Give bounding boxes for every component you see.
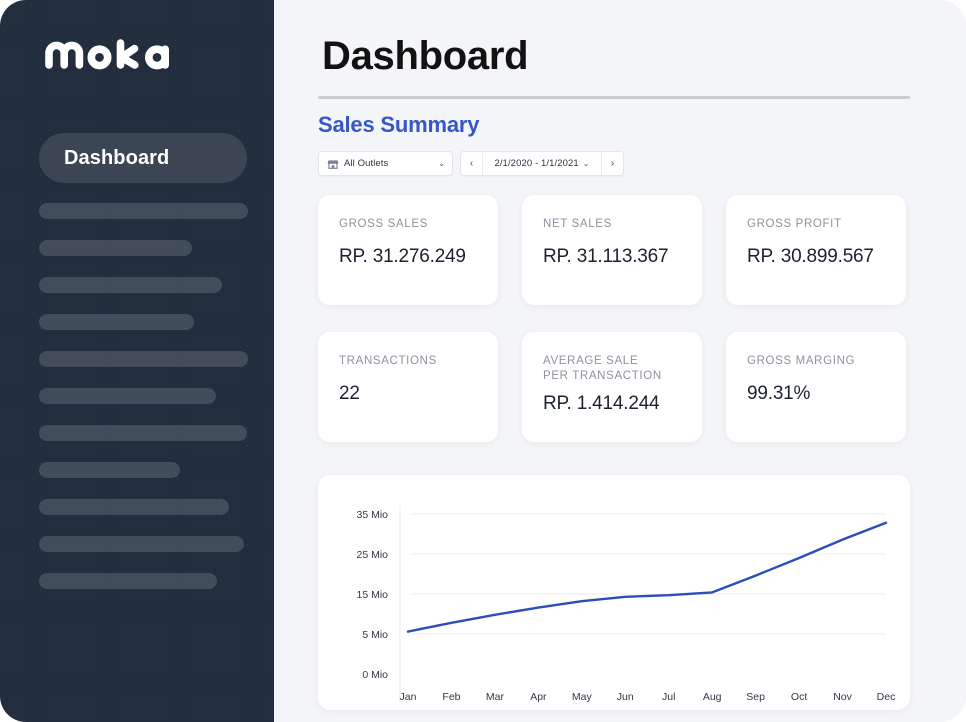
- chart-x-tick-label: Jul: [662, 691, 675, 703]
- kpi-card-net-sales[interactable]: NET SALES RP. 31.113.367: [522, 195, 702, 305]
- date-next-button[interactable]: ›: [601, 152, 623, 175]
- kpi-card-gross-marging[interactable]: GROSS MARGING 99.31%: [726, 332, 906, 442]
- chart-x-tick-label: Jun: [617, 691, 634, 703]
- kpi-card-transactions[interactable]: TRANSACTIONS 22: [318, 332, 498, 442]
- kpi-card-value: RP. 1.414.244: [543, 393, 660, 415]
- sidebar-placeholder-item: [39, 573, 217, 589]
- chart-y-axis: 0 Mio 5 Mio 15 Mio 25 Mio 35 Mio: [356, 509, 388, 681]
- chart-x-tick-label: Aug: [703, 691, 722, 703]
- kpi-card-label-line1: AVERAGE SALE: [543, 355, 639, 367]
- chevron-down-icon: ⌄: [582, 158, 590, 168]
- chart-series-line: [406, 521, 888, 633]
- kpi-card-grid: GROSS SALES RP. 31.276.249 NET SALES RP.…: [318, 195, 910, 442]
- chart-x-tick-label: Oct: [791, 691, 807, 703]
- kpi-card-value: 22: [339, 383, 360, 405]
- kpi-card-label: AVERAGE SALE PER TRANSACTION: [543, 354, 681, 384]
- chart-gridlines: [399, 506, 886, 702]
- chart-x-tick-label: Feb: [442, 691, 460, 703]
- kpi-card-gross-profit[interactable]: GROSS PROFIT RP. 30.899.567: [726, 195, 906, 305]
- sidebar-placeholder-item: [39, 314, 194, 330]
- outlet-select[interactable]: All Outlets ⌄: [318, 151, 453, 176]
- chart-x-tick-label: Sep: [746, 691, 765, 703]
- date-range-group: ‹ 2/1/2020 - 1/1/2021 ⌄ ›: [460, 151, 624, 176]
- kpi-card-value: RP. 31.113.367: [543, 246, 669, 268]
- moka-logo: [44, 33, 176, 77]
- main-content: Dashboard Sales Summary All Outlets ⌄ ‹ …: [274, 0, 966, 722]
- sidebar-placeholder-item: [39, 425, 247, 441]
- chart-y-tick-label: 15 Mio: [356, 589, 388, 601]
- chart-x-tick-label: Dec: [877, 691, 896, 703]
- title-divider: [318, 96, 910, 99]
- chevron-down-icon: ⌄: [438, 158, 445, 168]
- chart-x-tick-label: Nov: [833, 691, 852, 703]
- sidebar-placeholder-item: [39, 462, 180, 478]
- sales-chart-card: 0 Mio 5 Mio 15 Mio 25 Mio 35 Mio Jan Feb Mar Ap…: [318, 475, 910, 710]
- chart-x-tick-label: Mar: [486, 691, 505, 703]
- sidebar-placeholder-item: [39, 277, 222, 293]
- kpi-card-value: RP. 31.276.249: [339, 246, 466, 268]
- kpi-card-label-line2: PER TRANSACTION: [543, 370, 662, 383]
- chart-x-tick-label: Apr: [530, 691, 547, 703]
- chart-y-tick-label: 35 Mio: [356, 509, 388, 521]
- date-range-select[interactable]: 2/1/2020 - 1/1/2021 ⌄: [483, 152, 601, 175]
- app-window: Dashboard Dashboard Sales Summary All Ou…: [0, 0, 966, 722]
- sidebar-placeholder-item: [39, 388, 216, 404]
- date-range-label: 2/1/2020 - 1/1/2021: [494, 158, 579, 169]
- kpi-card-label: NET SALES: [543, 218, 612, 230]
- chart-x-tick-label: Jan: [400, 691, 417, 703]
- kpi-card-label: GROSS MARGING: [747, 355, 856, 367]
- page-title: Dashboard: [322, 34, 529, 78]
- sidebar: Dashboard: [0, 0, 274, 722]
- filter-bar: All Outlets ⌄ ‹ 2/1/2020 - 1/1/2021 ⌄ ›: [318, 151, 624, 176]
- chart-y-tick-label: 5 Mio: [362, 629, 388, 641]
- sidebar-item-dashboard[interactable]: Dashboard: [39, 133, 247, 183]
- kpi-card-gross-sales[interactable]: GROSS SALES RP. 31.276.249: [318, 195, 498, 305]
- sales-line-chart: 0 Mio 5 Mio 15 Mio 25 Mio 35 Mio Jan Feb Mar Ap…: [356, 506, 896, 703]
- kpi-card-value: 99.31%: [747, 383, 811, 405]
- chart-x-axis: Jan Feb Mar Apr May Jun Jul Aug Sep Oct Nov Dec: [400, 691, 896, 703]
- kpi-card-label: TRANSACTIONS: [339, 355, 437, 367]
- shop-icon: [327, 159, 339, 169]
- kpi-card-average-sale-per-transaction[interactable]: AVERAGE SALE PER TRANSACTION RP. 1.414.2…: [522, 332, 702, 442]
- kpi-card-label: GROSS SALES: [339, 218, 428, 230]
- chart-x-tick-label: May: [572, 691, 593, 703]
- kpi-card-label: GROSS PROFIT: [747, 218, 842, 230]
- sidebar-placeholder-item: [39, 499, 229, 515]
- date-prev-button[interactable]: ‹: [461, 152, 483, 175]
- sidebar-placeholder-item: [39, 203, 248, 219]
- sidebar-placeholder-list: [39, 203, 254, 610]
- chart-y-tick-label: 0 Mio: [362, 669, 388, 681]
- sidebar-placeholder-item: [39, 536, 244, 552]
- outlet-select-label: All Outlets: [344, 158, 389, 169]
- sidebar-item-label: Dashboard: [64, 146, 170, 169]
- sidebar-placeholder-item: [39, 351, 248, 367]
- kpi-card-value: RP. 30.899.567: [747, 246, 874, 268]
- chart-y-tick-label: 25 Mio: [356, 549, 388, 561]
- sidebar-placeholder-item: [39, 240, 192, 256]
- section-title: Sales Summary: [318, 112, 480, 137]
